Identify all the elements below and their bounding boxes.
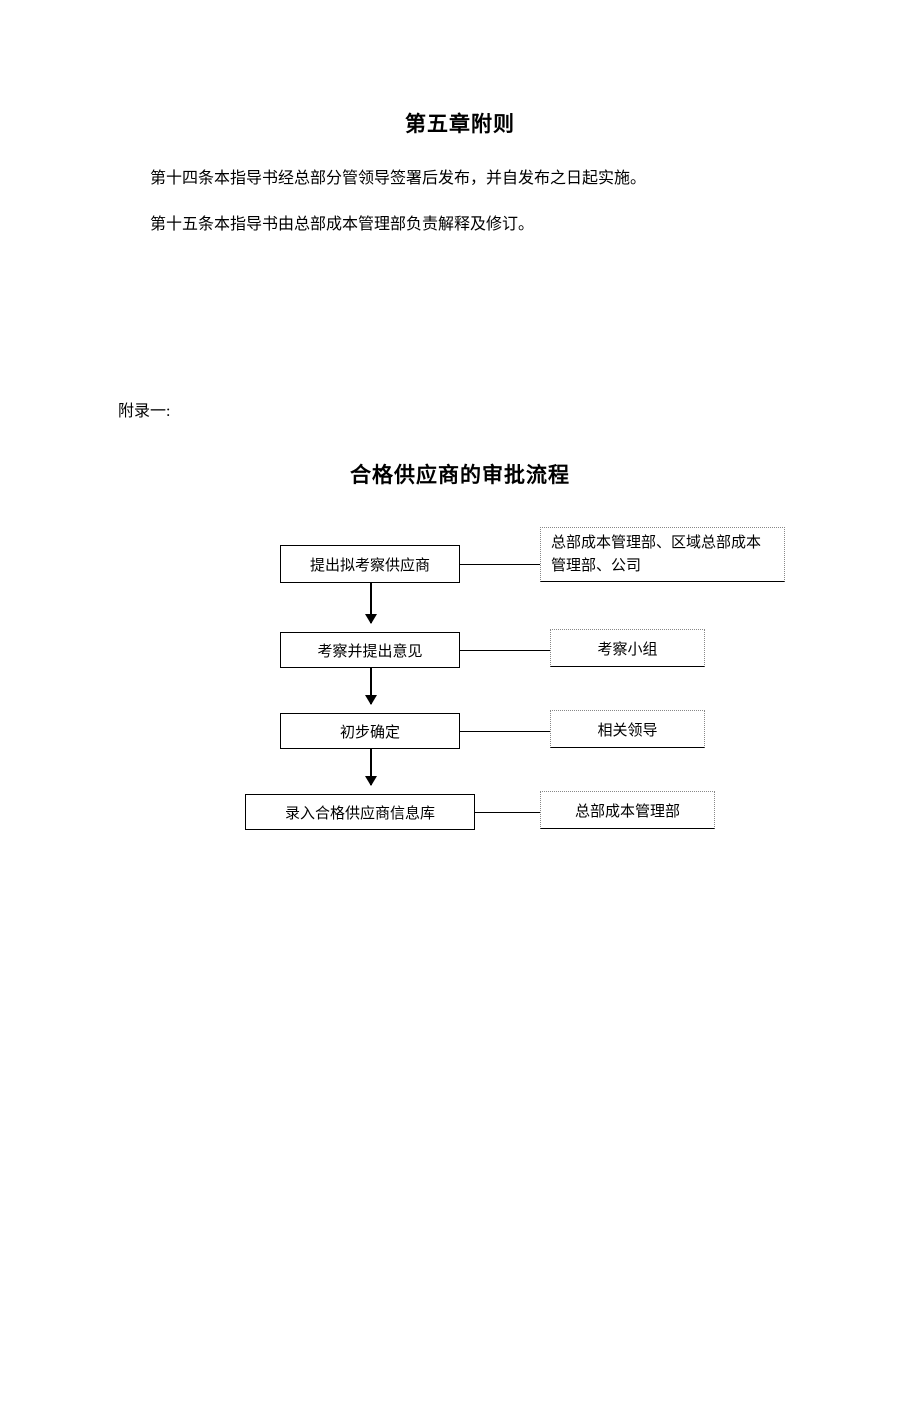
flow-step-1-actor: 总部成本管理部、区域总部成本管理部、公司 xyxy=(540,527,785,582)
flow-step-1-action: 提出拟考察供应商 xyxy=(280,545,460,583)
chapter-title: 第五章附则 xyxy=(0,108,920,138)
connector-line xyxy=(460,564,540,565)
article-14-paragraph: 第十四条本指导书经总部分管领导签署后发布，并自发布之日起实施。 xyxy=(150,166,800,192)
flow-step-2-actor: 考察小组 xyxy=(550,629,705,667)
flow-step-2-action: 考察并提出意见 xyxy=(280,632,460,668)
connector-line xyxy=(460,650,550,651)
arrow-down-icon xyxy=(370,583,372,623)
connector-line xyxy=(460,731,550,732)
arrow-down-icon xyxy=(370,668,372,704)
flow-step-4-actor: 总部成本管理部 xyxy=(540,791,715,829)
flowchart-container: 提出拟考察供应商 总部成本管理部、区域总部成本管理部、公司 考察并提出意见 考察… xyxy=(240,527,800,887)
flow-step-3-actor: 相关领导 xyxy=(550,710,705,748)
appendix-label: 附录一: xyxy=(118,397,920,421)
flowchart-title: 合格供应商的审批流程 xyxy=(0,459,920,489)
article-15-paragraph: 第十五条本指导书由总部成本管理部负责解释及修订。 xyxy=(150,212,800,238)
arrow-down-icon xyxy=(370,749,372,785)
flow-step-3-action: 初步确定 xyxy=(280,713,460,749)
connector-line xyxy=(475,812,540,813)
flow-step-4-action: 录入合格供应商信息库 xyxy=(245,794,475,830)
